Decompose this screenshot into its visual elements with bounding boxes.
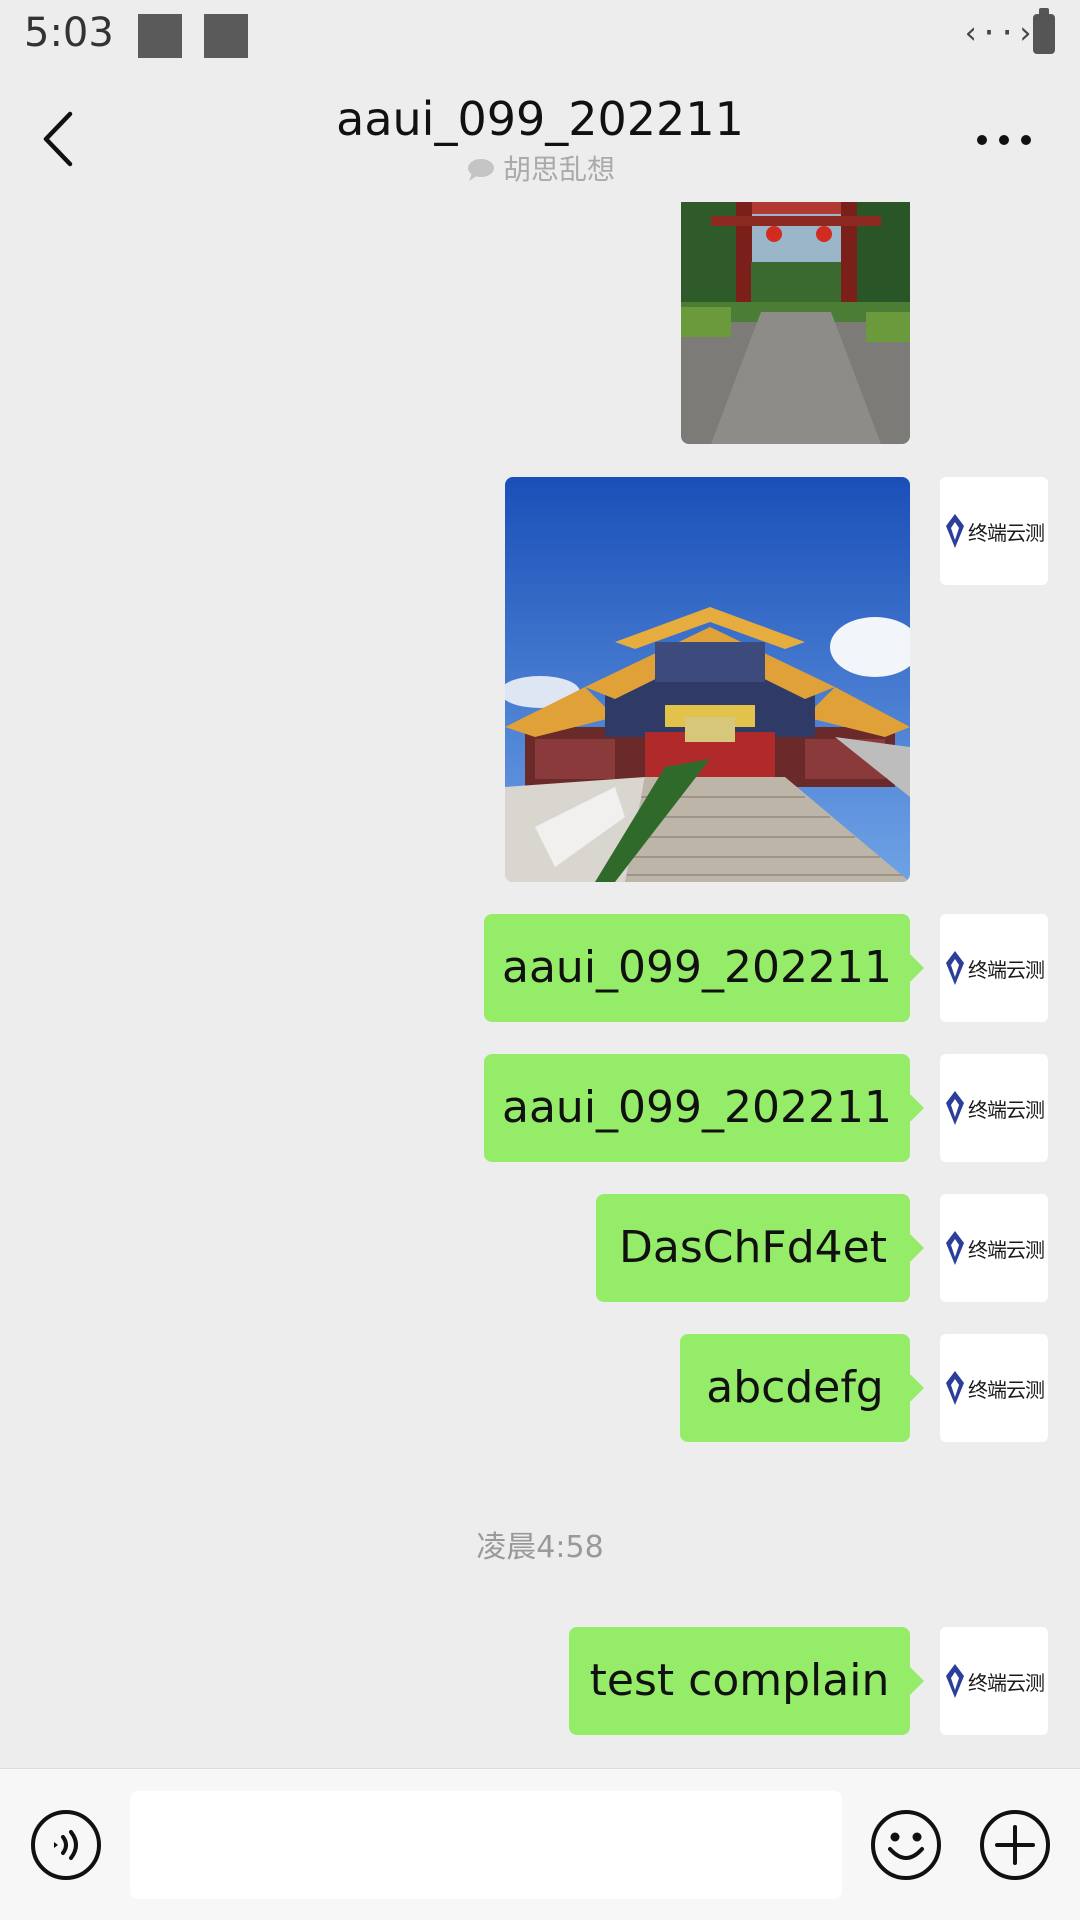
data-transfer-icon: ‹··› [962,16,1035,51]
app-logo-icon [946,951,964,985]
plus-icon [980,1810,1050,1880]
avatar-logo-text: 终端云测 [968,1377,1045,1402]
message-text: test complain [589,1655,890,1706]
app-logo-icon [946,1231,964,1265]
chat-subtitle-text: 胡思乱想 [502,153,615,186]
chat-title: aaui_099_202211 [336,92,744,146]
message-text: aaui_099_202211 [502,942,892,993]
avatar[interactable]: 终端云测 [940,1334,1048,1442]
avatar[interactable]: 终端云测 [940,1054,1048,1162]
notification-icon [204,14,248,58]
avatar-logo-text: 终端云测 [968,1097,1045,1122]
notification-icon [138,14,182,58]
chat-header: aaui_099_202211 胡思乱想 [0,80,1080,200]
text-message[interactable]: DasChFd4et [596,1194,924,1302]
text-message[interactable]: aaui_099_202211 [484,1054,924,1162]
avatar-logo-text: 终端云测 [968,957,1045,982]
message-text: abcdefg [706,1362,884,1413]
message-text: aaui_099_202211 [502,1082,892,1133]
avatar-logo-text: 终端云测 [968,1237,1045,1262]
input-bar [0,1768,1080,1920]
text-message[interactable]: test complain [569,1627,924,1735]
chat-subtitle: 胡思乱想 [0,148,1080,188]
status-time: 5:03 [24,10,114,56]
app-logo-icon [946,1091,964,1125]
app-logo-icon [946,1664,964,1698]
voice-button[interactable] [30,1809,102,1881]
archway-photo [681,202,910,444]
more-button[interactable] [972,120,1052,160]
avatar-logo-text: 终端云测 [968,520,1045,545]
status-bar: 5:03 ‹··› [0,0,1080,80]
avatar[interactable]: 终端云测 [940,914,1048,1022]
app-logo-icon [946,1371,964,1405]
message-input[interactable] [130,1791,842,1899]
app-logo-icon [946,514,964,548]
message-text: DasChFd4et [619,1222,887,1273]
avatar-logo-text: 终端云测 [968,1670,1045,1695]
emoji-button[interactable] [870,1809,942,1881]
temple-photo [505,477,910,882]
image-message[interactable] [505,477,910,882]
text-message[interactable]: aaui_099_202211 [484,914,924,1022]
emoji-icon [871,1810,941,1880]
voice-input-icon [31,1810,101,1880]
avatar[interactable]: 终端云测 [940,477,1048,585]
image-message[interactable] [681,202,910,444]
more-functions-button[interactable] [979,1809,1051,1881]
more-horizontal-icon [977,135,1031,145]
avatar[interactable]: 终端云测 [940,1627,1048,1735]
text-message[interactable]: abcdefg [680,1334,924,1442]
time-separator: 凌晨4:58 [476,1530,604,1565]
avatar[interactable]: 终端云测 [940,1194,1048,1302]
chat-bubble-icon [467,159,494,181]
battery-icon [1033,8,1055,54]
